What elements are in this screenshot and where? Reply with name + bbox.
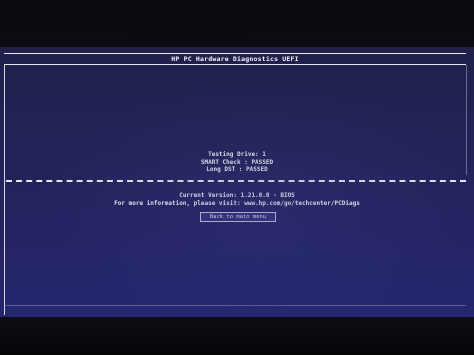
back-to-main-menu-button[interactable]: Back to main menu [200, 212, 276, 222]
version-info-block: Current Version: 1.21.0.0 - BIOS For mor… [0, 192, 474, 207]
monitor-stand-shadow [0, 317, 474, 355]
left-border [4, 65, 5, 315]
title-bar: HP PC Hardware Diagnostics UEFI [4, 53, 466, 65]
dashed-separator [6, 180, 466, 182]
more-info-text: For more information, please visit: www.… [114, 199, 360, 207]
smart-check-result: SMART Check : PASSED [200, 158, 274, 166]
test-status-block: Testing Drive: 1 SMART Check : PASSED Lo… [0, 151, 474, 174]
bottom-border [4, 305, 466, 306]
window-title: HP PC Hardware Diagnostics UEFI [171, 55, 299, 63]
current-version-text: Current Version: 1.21.0.0 - BIOS [179, 192, 295, 199]
diagnostics-screen: HP PC Hardware Diagnostics UEFI Testing … [0, 47, 474, 317]
testing-drive-text: Testing Drive: 1 [208, 151, 266, 158]
long-dst-result: Long DST : PASSED [206, 166, 268, 173]
